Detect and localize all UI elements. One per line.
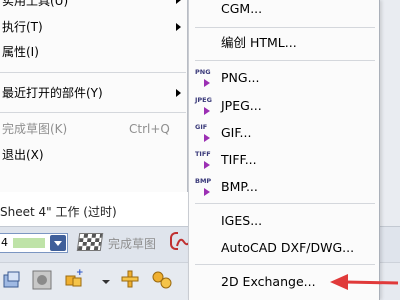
annotation-arrow-icon xyxy=(330,274,399,290)
